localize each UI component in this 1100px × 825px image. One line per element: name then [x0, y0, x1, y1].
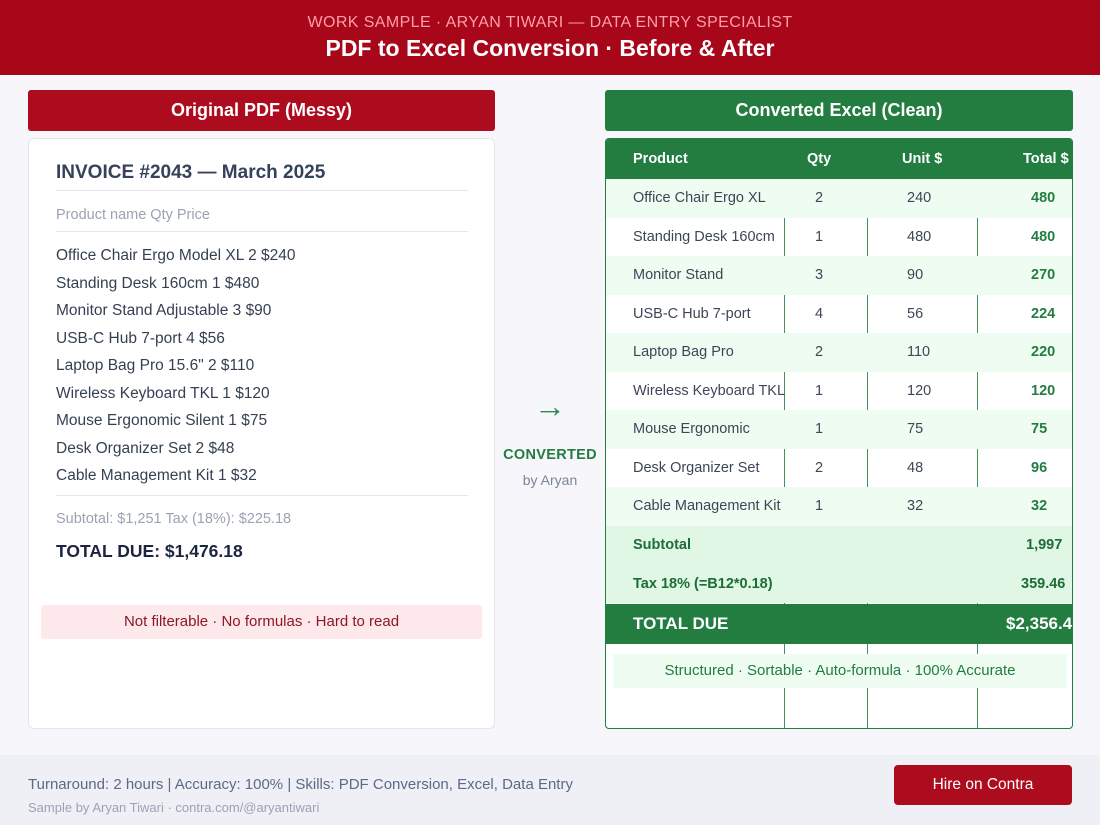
cell-total: 32: [1031, 498, 1048, 514]
table-row[interactable]: Standing Desk 160cm 1 480 480: [606, 218, 1072, 257]
cell-product: Cable Management Kit: [633, 498, 781, 514]
footer-stats: Turnaround: 2 hours | Accuracy: 100% | S…: [28, 776, 573, 793]
pdf-line-item: Desk Organizer Set 2 $48: [56, 439, 235, 457]
cell-qty: 1: [815, 498, 824, 514]
column-header-qty[interactable]: Qty: [807, 139, 831, 179]
excel-table: Product Qty Unit $ Total $ Office Chair …: [605, 138, 1073, 729]
cell-total: 220: [1031, 344, 1056, 360]
invoice-title: INVOICE #2043 — March 2025: [56, 162, 326, 183]
pdf-line-item: Wireless Keyboard TKL 1 $120: [56, 384, 270, 402]
cell-qty: 4: [815, 305, 824, 322]
table-row[interactable]: Laptop Bag Pro 2 110 220: [606, 333, 1072, 372]
divider: [56, 231, 468, 232]
pdf-line-item: Mouse Ergonomic Silent 1 $75: [56, 412, 268, 429]
cell-total: 480: [1031, 228, 1056, 245]
cell-product: Desk Organizer Set: [633, 459, 760, 476]
pdf-subtotal-text: Subtotal: $1,251 Tax (18%): $225.18: [56, 511, 292, 527]
divider: [56, 190, 468, 191]
pdf-line-item: USB-C Hub 7-port 4 $56: [56, 329, 225, 347]
cell-unit: 56: [907, 305, 924, 322]
excel-benefits-banner: Structured · Sortable · Auto-formula · 1…: [613, 654, 1067, 688]
cell-qty: 2: [815, 459, 824, 476]
header-kicker: WORK SAMPLE · ARYAN TIWARI — DATA ENTRY …: [307, 14, 793, 31]
cell-total: 270: [1031, 267, 1056, 283]
cell-total: 120: [1031, 382, 1056, 399]
table-header-row: Product Qty Unit $ Total $: [606, 139, 1072, 179]
table-row[interactable]: Mouse Ergonomic 1 75 75: [606, 410, 1072, 449]
total-due-value: $2,356.4: [1006, 614, 1073, 633]
footer-credit: Sample by Aryan Tiwari · contra.com/@ary…: [28, 800, 320, 815]
converted-by-label: by Aryan: [522, 472, 578, 488]
cell-product: Mouse Ergonomic: [633, 421, 750, 437]
table-row[interactable]: Monitor Stand 3 90 270: [606, 256, 1072, 295]
hire-on-contra-button[interactable]: Hire on Contra: [894, 765, 1072, 805]
pdf-line-item: Cable Management Kit 1 $32: [56, 467, 257, 484]
subtotal-value: 1,997: [1026, 537, 1063, 553]
cell-unit: 48: [907, 459, 924, 476]
subtotal-label: Subtotal: [633, 537, 691, 553]
tax-row[interactable]: Tax 18% (=B12*0.18) 359.46: [606, 564, 1072, 603]
table-row[interactable]: Office Chair Ergo XL 2 240 480: [606, 179, 1072, 218]
cell-unit: 110: [907, 344, 931, 360]
pdf-column-text: Product name Qty Price: [56, 207, 210, 223]
cell-product: Office Chair Ergo XL: [633, 190, 766, 206]
cell-total: 480: [1031, 190, 1056, 206]
cell-total: 96: [1031, 459, 1048, 476]
cell-total: 75: [1031, 421, 1048, 437]
column-header-total[interactable]: Total $: [1023, 139, 1069, 179]
page-header: WORK SAMPLE · ARYAN TIWARI — DATA ENTRY …: [0, 0, 1100, 75]
table-row[interactable]: Wireless Keyboard TKL 1 120 120: [606, 372, 1072, 411]
cell-unit: 75: [907, 421, 924, 437]
converted-label: CONVERTED: [503, 447, 597, 463]
cell-qty: 2: [815, 344, 824, 360]
cell-unit: 90: [907, 267, 924, 283]
tax-value: 359.46: [1021, 575, 1066, 592]
pdf-line-item: Standing Desk 160cm 1 $480: [56, 274, 260, 292]
excel-section-heading: Converted Excel (Clean): [605, 90, 1073, 131]
cell-qty: 1: [815, 421, 824, 437]
right-arrow-icon: →: [534, 388, 566, 424]
cell-unit: 480: [907, 228, 932, 245]
pdf-line-item: Office Chair Ergo Model XL 2 $240: [56, 247, 296, 264]
pdf-line-item: Monitor Stand Adjustable 3 $90: [56, 302, 272, 319]
cell-total: 224: [1031, 305, 1056, 322]
table-row[interactable]: Desk Organizer Set 2 48 96: [606, 449, 1072, 488]
cell-qty: 2: [815, 190, 824, 206]
cell-unit: 240: [907, 190, 932, 206]
pdf-preview-card: INVOICE #2043 — March 2025 Product name …: [28, 138, 495, 729]
cell-qty: 1: [815, 382, 824, 399]
subtotal-row[interactable]: Subtotal 1,997: [606, 526, 1072, 565]
column-header-unit[interactable]: Unit $: [902, 139, 942, 179]
cell-product: Standing Desk 160cm: [633, 228, 775, 245]
pdf-line-item: Laptop Bag Pro 15.6" 2 $110: [56, 357, 255, 374]
pdf-section-heading: Original PDF (Messy): [28, 90, 495, 131]
cell-product: Wireless Keyboard TKL: [633, 382, 786, 399]
cell-qty: 3: [815, 267, 824, 283]
cell-unit: 120: [907, 382, 932, 399]
divider: [56, 495, 468, 496]
cell-product: Laptop Bag Pro: [633, 344, 734, 360]
table-row[interactable]: Cable Management Kit 1 32 32: [606, 487, 1072, 526]
cell-product: USB-C Hub 7-port: [633, 305, 751, 322]
total-due-row[interactable]: TOTAL DUE $2,356.4: [606, 604, 1073, 644]
total-due-label: TOTAL DUE: [633, 614, 729, 633]
page-title: PDF to Excel Conversion · Before & After: [325, 35, 775, 61]
cell-unit: 32: [907, 498, 924, 514]
table-row[interactable]: USB-C Hub 7-port 4 56 224: [606, 295, 1072, 334]
cell-product: Monitor Stand: [633, 267, 724, 283]
cell-qty: 1: [815, 228, 824, 245]
tax-label: Tax 18% (=B12*0.18): [633, 575, 773, 592]
column-header-product[interactable]: Product: [633, 139, 688, 179]
pdf-total-due: TOTAL DUE: $1,476.18: [56, 541, 243, 561]
pdf-warning-banner: Not filterable · No formulas · Hard to r…: [41, 605, 482, 639]
